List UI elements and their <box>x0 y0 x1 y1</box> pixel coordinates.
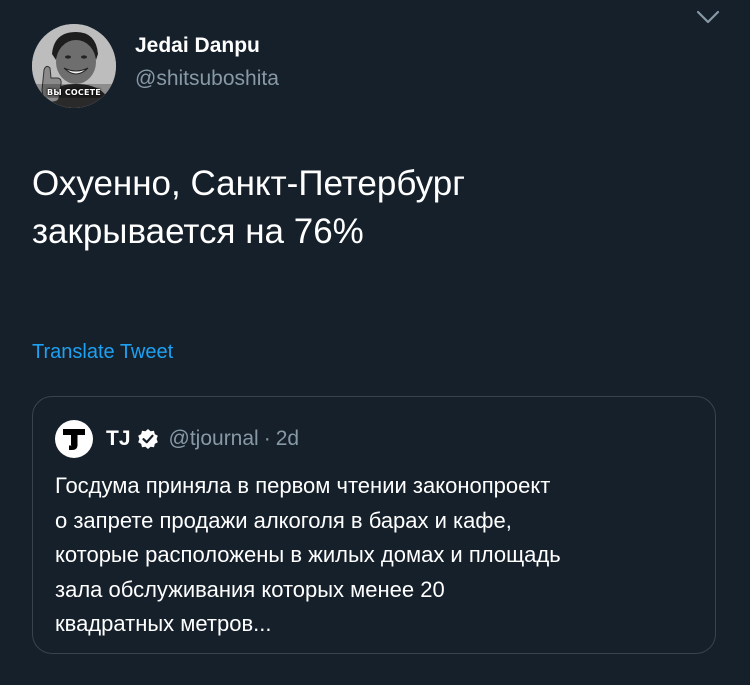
quoted-text-line: Госдума приняла в первом чтении законопр… <box>55 473 551 498</box>
tweet-text-line: Охуенно, Санкт-Петербург <box>32 164 465 203</box>
quoted-text-line: о запрете продажи алкоголя в барах и каф… <box>55 507 512 533</box>
tweet-text-line: закрывается на 76% <box>32 212 364 251</box>
avatar[interactable]: ВЫ СОСЕТЕ <box>32 24 116 108</box>
translate-tweet-link[interactable]: Translate Tweet <box>32 341 173 364</box>
user-handle[interactable]: @shitsuboshita <box>135 67 279 91</box>
quoted-tweet-timestamp[interactable]: 2d <box>276 427 299 451</box>
tweet-card: ВЫ СОСЕТЕ Jedai Danpu @shitsuboshita Оху… <box>0 0 750 685</box>
quoted-tweet-text: Госдума приняла в первом чтении законопр… <box>55 469 705 642</box>
quoted-text-line: которые расположены в жилых домах и площ… <box>55 542 561 567</box>
chevron-down-icon <box>696 10 720 24</box>
quoted-tweet-header: TJ @tjournal · 2d <box>55 419 299 459</box>
tweet-text: Охуенно, Санкт-Петербург закрывается на … <box>32 160 712 256</box>
quoted-author-handle: @tjournal <box>168 427 259 450</box>
quoted-text-line: зала обслуживания которых менее 20 <box>55 576 445 602</box>
separator-dot: · <box>263 427 271 450</box>
verified-badge-icon <box>137 428 159 450</box>
quoted-author-name: TJ <box>106 427 131 450</box>
avatar-caption: ВЫ СОСЕТЕ <box>47 88 101 97</box>
display-name[interactable]: Jedai Danpu <box>135 34 260 58</box>
tj-logo-icon <box>55 420 93 458</box>
quoted-text-line: квадратных метров... <box>55 611 272 636</box>
quoted-tweet-card[interactable]: TJ @tjournal · 2d Госдума приняла в перв… <box>32 396 716 654</box>
tweet-options-button[interactable] <box>692 6 724 28</box>
